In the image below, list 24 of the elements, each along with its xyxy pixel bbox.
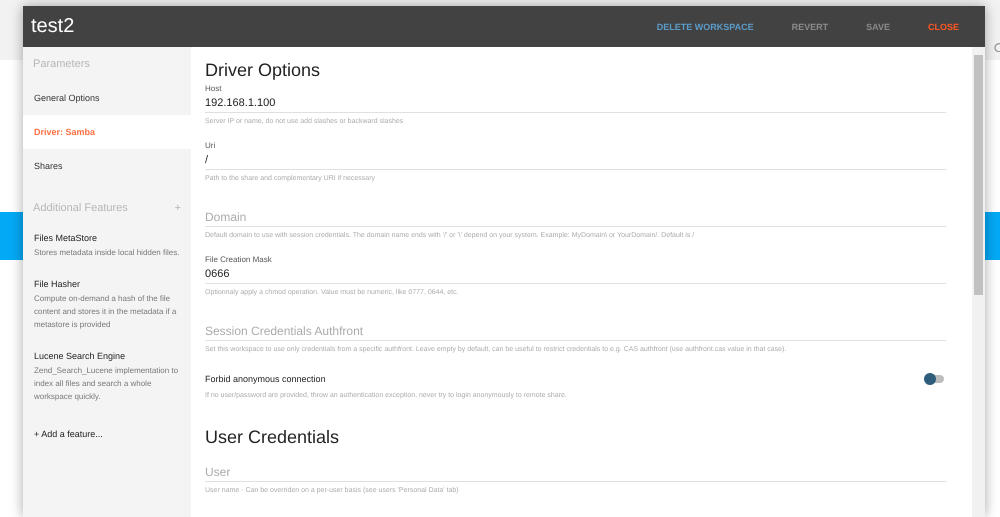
section-heading: User Credentials <box>205 426 340 449</box>
section-heading: Driver Options <box>205 59 322 82</box>
text-field[interactable]: / <box>205 152 946 170</box>
toggle-switch[interactable] <box>926 375 944 383</box>
field-label: Uri <box>205 140 216 152</box>
feature-description: Compute on-demand a hash of the file content and stores it in the metadata if a metastore is provided <box>34 293 178 331</box>
feature-description: Stores metadata inside local hidden files. <box>34 247 180 259</box>
text-field[interactable]: 0666 <box>205 266 946 284</box>
section-title: Parameters <box>33 58 90 70</box>
section-title: Additional Features <box>33 202 128 214</box>
field-label: Host <box>205 83 222 95</box>
feature-description: Zend_Search_Lucene implementation to index all files and search a whole workspace quickly. <box>34 365 180 403</box>
add-feature-link[interactable]: + Add a feature... <box>23 415 191 453</box>
window-title: test2 <box>31 15 76 38</box>
sidebar-item[interactable]: General Options <box>23 81 191 115</box>
feature-title[interactable]: Lucene Search Engine <box>34 351 180 361</box>
scrollbar-thumb[interactable] <box>974 55 983 295</box>
scrollbar[interactable] <box>972 47 985 517</box>
feature-title[interactable]: Files MetaStore <box>34 233 180 243</box>
toggle-label: Forbid anonymous connection <box>205 374 326 384</box>
text-field[interactable]: 192.168.1.100 <box>205 95 946 113</box>
field-label: File Creation Mask <box>205 254 273 266</box>
sidebar-item[interactable]: Shares <box>23 149 191 183</box>
feature-title[interactable]: File Hasher <box>34 279 180 289</box>
